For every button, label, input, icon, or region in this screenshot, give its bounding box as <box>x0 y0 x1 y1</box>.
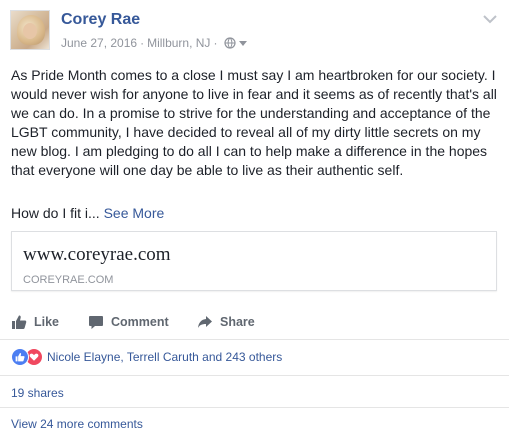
post-text-truncated: How do I fit i... See More <box>11 204 164 223</box>
comment-button[interactable]: Comment <box>88 308 169 336</box>
post-meta: June 27, 2016 · Millburn, NJ · <box>61 36 248 50</box>
share-button[interactable]: Share <box>197 308 255 336</box>
reactions-summary[interactable]: Nicole Elayne, Terrell Caruth and 243 ot… <box>11 348 282 366</box>
audience-caret-icon[interactable] <box>239 39 248 47</box>
view-more-comments-link[interactable]: View 24 more comments <box>11 417 143 431</box>
author-avatar[interactable] <box>10 10 50 50</box>
meta-separator: · <box>140 36 145 50</box>
reaction-icons[interactable] <box>11 348 45 366</box>
post-text: As Pride Month comes to a close I must s… <box>11 67 497 178</box>
share-arrow-icon <box>198 316 212 328</box>
meta-separator-2: · <box>213 36 218 50</box>
divider <box>0 339 509 340</box>
link-preview-domain: COREYRAE.COM <box>23 274 114 286</box>
avatar-face <box>23 23 37 39</box>
post-actions: Like Comment Share <box>0 308 509 336</box>
like-label: Like <box>34 315 60 329</box>
link-preview-card[interactable]: www.coreyrae.com COREYRAE.COM <box>11 231 497 291</box>
post-location[interactable]: Millburn, NJ <box>147 36 210 50</box>
post-date[interactable]: June 27, 2016 <box>61 36 137 50</box>
share-label: Share <box>220 315 255 329</box>
thumbs-up-icon <box>12 315 27 329</box>
divider <box>0 375 509 376</box>
reactions-text[interactable]: Nicole Elayne, Terrell Caruth and 243 ot… <box>47 350 282 364</box>
shares-count[interactable]: 19 shares <box>11 386 64 400</box>
comment-label: Comment <box>111 315 169 329</box>
divider <box>0 407 509 408</box>
author-name[interactable]: Corey Rae <box>61 11 140 29</box>
facebook-post: Corey Rae June 27, 2016 · Millburn, NJ ·… <box>0 0 509 438</box>
like-reaction-icon <box>11 348 29 366</box>
see-more-link[interactable]: See More <box>104 205 165 221</box>
comment-icon <box>89 316 103 329</box>
link-preview-title[interactable]: www.coreyrae.com <box>23 244 171 266</box>
like-button[interactable]: Like <box>11 308 59 336</box>
truncated-text: How do I fit i... <box>11 205 100 221</box>
globe-icon[interactable] <box>224 37 237 49</box>
post-options-chevron-icon[interactable] <box>483 14 497 24</box>
